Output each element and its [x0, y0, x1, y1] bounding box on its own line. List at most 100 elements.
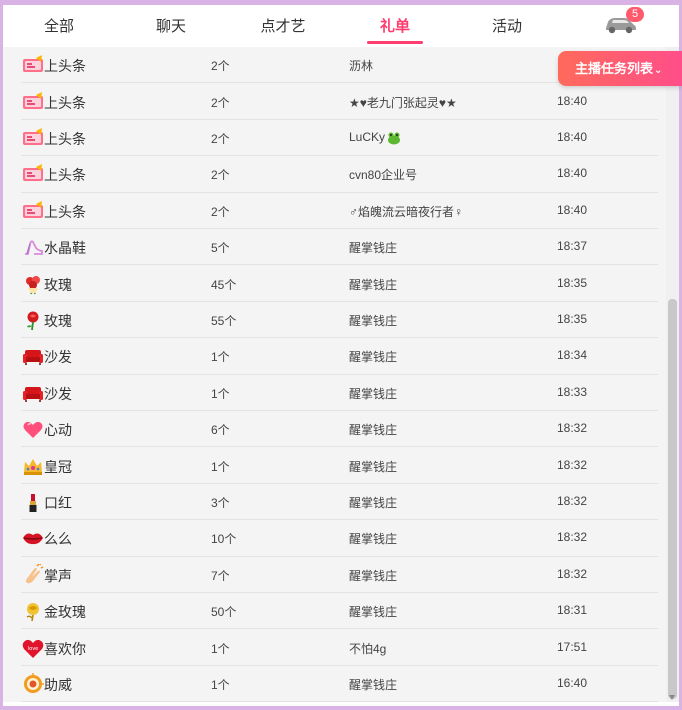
gift-name: 助威: [44, 676, 72, 693]
gift-time: 18:33: [557, 384, 588, 399]
gift-row: 么么 10个 醒掌钱庄 18:32: [3, 520, 666, 557]
sender-name: 不怕4g: [349, 641, 387, 656]
gift-row: 玫瑰 45个 醒掌钱庄 18:35: [3, 265, 666, 302]
sender-name: 醒掌钱庄: [349, 277, 398, 292]
gift-count: 5个: [211, 241, 230, 256]
gift-name: 上头条: [44, 167, 86, 184]
gift-count: 1个: [211, 459, 230, 474]
sender-name: 醒掌钱庄: [349, 677, 398, 692]
gift-time: 18:32: [557, 530, 588, 545]
gift-name: 皇冠: [44, 458, 72, 475]
row-divider: [21, 701, 658, 702]
frog-emoji-icon: [388, 132, 400, 145]
gift-count: 2个: [211, 131, 230, 146]
scroll-down-arrow-icon[interactable]: [669, 695, 675, 700]
gift-count: 50个: [211, 605, 237, 620]
gift-time: 18:40: [557, 202, 588, 217]
gift-name: 上头条: [44, 58, 86, 75]
gift-time: 18:35: [557, 275, 588, 290]
gift-row: 皇冠 1个 醒掌钱庄 18:32: [3, 447, 666, 484]
sender-name: 醒掌钱庄: [349, 532, 398, 547]
gift-time: 18:40: [557, 93, 588, 108]
sender-name: 醒掌钱庄: [349, 313, 398, 328]
sender-name: ★♥老九门张起灵♥★: [349, 95, 457, 110]
sofa-icon: [23, 386, 43, 402]
gift-count: 6个: [211, 423, 230, 438]
gift-time: 18:32: [557, 493, 588, 508]
gift-row: 沙发 1个 醒掌钱庄 18:34: [3, 338, 666, 375]
sofa-icon: [23, 350, 43, 366]
gift-time: 18:35: [557, 311, 588, 326]
sender-name: 醒掌钱庄: [349, 386, 398, 401]
gift-time: 17:51: [557, 639, 588, 654]
gift-name: 口红: [44, 494, 72, 511]
sender-name: 醒掌钱庄: [349, 350, 398, 365]
gift-count: 7个: [211, 568, 230, 583]
sender-name: ♂焰魄流云暗夜行者♀: [349, 204, 464, 219]
gift-row: 上头条 2个 LuCKy 18:40: [3, 120, 666, 157]
sender-name: 醒掌钱庄: [349, 495, 398, 510]
gift-row: 玫瑰 55个 醒掌钱庄 18:35: [3, 302, 666, 339]
chevron-down-icon: ⌄: [654, 65, 663, 76]
tab-activity[interactable]: 活动: [467, 5, 547, 47]
gift-row: 金玫瑰 50个 醒掌钱庄 18:31: [3, 593, 666, 630]
gift-time: 18:32: [557, 457, 588, 472]
headline-gift-icon: [23, 127, 43, 145]
gold-rose-icon: [26, 603, 39, 622]
svg-text:love: love: [28, 646, 38, 652]
gift-row: 心动 6个 醒掌钱庄 18:32: [3, 411, 666, 448]
sender-name: 醒掌钱庄: [349, 241, 398, 256]
gift-row: 上头条 2个 ★♥老九门张起灵♥★ 18:40: [3, 83, 666, 120]
gift-row: 口红 3个 醒掌钱庄 18:32: [3, 484, 666, 521]
gift-time: 18:40: [557, 166, 588, 181]
crystal-shoe-icon: [25, 240, 43, 256]
tab-bar: 全部 聊天 点才艺 礼单 活动: [3, 5, 679, 47]
sender-name: 醒掌钱庄: [349, 605, 398, 620]
gift-time: 18:32: [557, 421, 588, 436]
scrollbar[interactable]: [666, 47, 679, 702]
gift-list[interactable]: 上头条 2个 沥林 上头条 2个 ★♥老九门张起灵♥★ 18:40 上头条 2个 LuCKy 18:…: [3, 47, 666, 702]
gift-count: 10个: [211, 532, 237, 547]
gift-row: 上头条 2个 ♂焰魄流云暗夜行者♀ 18:40: [3, 193, 666, 229]
rose-icon: [27, 311, 39, 331]
gift-time: 18:37: [557, 239, 588, 254]
gift-row: 掌声 7个 醒掌钱庄 18:32: [3, 557, 666, 593]
gift-name: 水晶鞋: [44, 240, 86, 257]
headline-gift-icon: [23, 91, 43, 109]
gift-count: 3个: [211, 495, 230, 510]
sender-name: 醒掌钱庄: [349, 568, 398, 583]
gift-row: 沙发 1个 醒掌钱庄 18:33: [3, 375, 666, 411]
tab-gift-list[interactable]: 礼单: [355, 5, 435, 47]
gift-count: 2个: [211, 59, 230, 74]
gift-time: 18:32: [557, 566, 588, 581]
sender-name: cvn80企业号: [349, 168, 418, 183]
gift-name: 金玫瑰: [44, 604, 86, 621]
headline-gift-icon: [23, 200, 43, 218]
gift-name: 玫瑰: [44, 276, 72, 293]
host-task-list-button[interactable]: 主播任务列表⌄: [558, 51, 682, 86]
vehicle-count-badge: 5: [626, 7, 644, 22]
tab-chat[interactable]: 聊天: [131, 5, 211, 47]
gift-name: 上头条: [44, 130, 86, 147]
gift-name: 掌声: [44, 567, 72, 584]
gift-name: 心动: [44, 422, 72, 439]
active-tab-underline: [367, 41, 423, 44]
gift-name: 沙发: [44, 349, 72, 366]
gift-count: 1个: [211, 386, 230, 401]
rose-bouquet-icon: [26, 275, 40, 294]
gift-time: 18:40: [557, 129, 588, 144]
gift-name: 喜欢你: [44, 640, 86, 657]
host-task-list-label: 主播任务列表: [575, 61, 654, 76]
scrollbar-thumb[interactable]: [668, 299, 677, 699]
lipstick-icon: [29, 493, 37, 512]
gift-count: 1个: [211, 350, 230, 365]
heart-icon: [23, 422, 43, 439]
gift-name: 么么: [44, 531, 72, 548]
kiss-lips-icon: [23, 533, 43, 545]
gift-name: 沙发: [44, 385, 72, 402]
love-heart-icon: love: [22, 639, 44, 658]
tab-all[interactable]: 全部: [19, 5, 99, 47]
gift-name: 上头条: [44, 94, 86, 111]
tab-talent[interactable]: 点才艺: [243, 5, 323, 47]
sender-name: 醒掌钱庄: [349, 423, 398, 438]
